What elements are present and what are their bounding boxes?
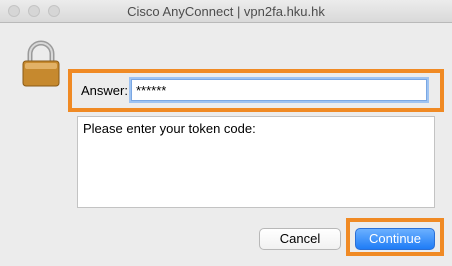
anyconnect-dialog: Cisco AnyConnect | vpn2fa.hku.hk Answer:… (0, 0, 452, 266)
continue-button[interactable]: Continue (355, 228, 435, 250)
continue-highlight: Continue (346, 218, 444, 256)
answer-label: Answer: (81, 83, 128, 98)
padlock-icon (22, 40, 60, 87)
message-text: Please enter your token code: (83, 121, 256, 136)
window-title: Cisco AnyConnect | vpn2fa.hku.hk (127, 4, 325, 19)
answer-highlight: Answer: (68, 69, 444, 112)
cancel-button[interactable]: Cancel (259, 228, 341, 250)
answer-input[interactable] (131, 79, 427, 101)
title-bar: Cisco AnyConnect | vpn2fa.hku.hk (0, 0, 452, 23)
message-box: Please enter your token code: (77, 116, 435, 208)
